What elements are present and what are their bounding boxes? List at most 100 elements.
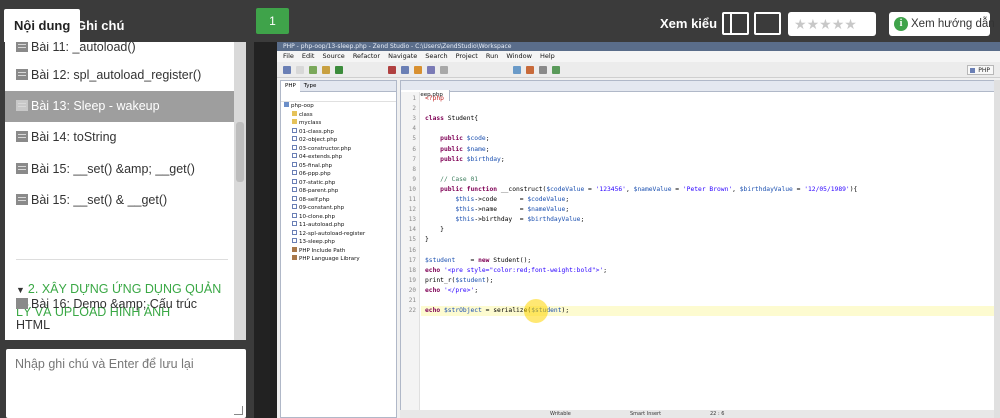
line-number: 3 [412, 115, 416, 123]
lesson-item[interactable]: Bài 15: __set() &amp; __get() [5, 154, 234, 185]
tree-item-label: 06-ppp.php [299, 171, 331, 177]
tree-item-label: 05-final.php [299, 162, 333, 169]
code-token: __construct( [497, 185, 547, 193]
code-token: ); [485, 276, 494, 284]
star-icon[interactable]: ★ [844, 16, 857, 32]
tree-item: php-oop [281, 102, 396, 111]
tree-item-label: 07-static.php [299, 179, 336, 186]
toolbar-icon [427, 66, 435, 74]
code-line: public $code; [425, 134, 489, 144]
tree-item-label: class [299, 111, 313, 118]
ide-menu-item: Search [425, 52, 448, 60]
star-icon[interactable]: ★ [807, 16, 820, 32]
code-line: print_r($student); [425, 276, 493, 286]
toolbar-icon [296, 66, 304, 74]
lesson-item[interactable]: Bài 14: toString [5, 122, 234, 153]
line-number: 14 [408, 226, 416, 234]
code-token: ; [603, 266, 607, 274]
code-editor: 13-sleep.php 1 2 3 4 5 6 7 8 9 10 11 12 13 14 15 16 17 18… [400, 80, 1000, 418]
line-number: 19 [408, 276, 416, 284]
php-icon [292, 212, 297, 218]
lesson-item-active[interactable]: Bài 13: Sleep - wakeup [5, 91, 234, 122]
code-token: ; [474, 286, 479, 294]
code-token: = [671, 185, 683, 193]
toolbar-icon [513, 66, 521, 74]
project-icon [284, 102, 289, 107]
star-icon[interactable]: ★ [794, 16, 807, 32]
scrollbar-thumb[interactable] [236, 122, 244, 182]
tree-item-label: 01-class.php [299, 128, 334, 135]
code-token: public function [440, 185, 498, 193]
explorer-toolbar [281, 92, 396, 102]
php-icon [292, 153, 297, 158]
tree-item-label: 02-object.php [299, 137, 338, 143]
php-icon [292, 221, 297, 226]
left-panel: Nội dung Ghi chú Bài 11: _autoload() Bài… [0, 0, 246, 418]
line-number: 7 [412, 155, 416, 163]
line-number: 17 [408, 256, 416, 264]
code-token: $codeValue [546, 185, 585, 193]
toolbar-icon [401, 66, 409, 74]
rating-stars[interactable]: ★★★★★ [788, 12, 876, 36]
lesson-list-scrollbar[interactable] [234, 42, 246, 340]
lesson-title: Bài 15: __set() & __get() [31, 193, 168, 207]
toolbar-icon [335, 66, 343, 74]
lesson-item[interactable]: Bài 16: Demo &amp; Cấu trúc HTML [16, 294, 231, 336]
status-insert: Smart Insert [630, 411, 662, 417]
code-token: echo [425, 266, 441, 274]
tree-item: 05-final.php [281, 161, 396, 171]
video-edge-scrollbar [994, 80, 1000, 418]
line-number: 2 [412, 105, 416, 113]
code-token: ->birthday = [474, 216, 528, 224]
view-full-button[interactable] [754, 12, 781, 35]
php-icon [292, 187, 297, 192]
note-input[interactable] [6, 349, 246, 418]
resize-grip-icon[interactable] [234, 406, 243, 415]
info-icon: i [894, 17, 908, 31]
tree-item: 13-sleep.php [281, 238, 396, 247]
tree-item: 11-autoload.php [281, 221, 396, 230]
code-token: ); [561, 307, 570, 315]
php-icon [292, 229, 297, 235]
lesson-item[interactable]: Bài 12: spl_autoload_register() [5, 60, 234, 91]
code-token: $codeValue [527, 196, 566, 203]
editor-tab-bar: 13-sleep.php [401, 81, 999, 101]
lesson-item[interactable]: Bài 15: __set() & __get() [5, 185, 234, 216]
tree-item-label: PHP Include Path [299, 247, 346, 254]
tab-notes[interactable]: Ghi chú [66, 9, 134, 42]
code-line: public $name; [425, 145, 489, 155]
code-line: $this->name = $nameValue; [425, 205, 569, 215]
star-icon[interactable]: ★ [832, 16, 845, 32]
folder-icon [292, 119, 297, 124]
ide-menu-item: Project [455, 52, 478, 60]
toolbar-icon [309, 66, 317, 74]
code-token: $name [466, 145, 486, 153]
video-player[interactable]: PHP - php-oop/13-sleep.php - Zend Studio… [254, 42, 1000, 418]
code-token: // Case 01 [425, 175, 479, 183]
toolbar-icon [440, 66, 448, 74]
ide-menu-item: Navigate [388, 52, 418, 60]
lib-icon [292, 246, 297, 252]
tree-item-label: 03-constructor.php [299, 145, 352, 152]
status-position: 22 : 6 [710, 411, 725, 417]
part-number-button[interactable]: 1 [256, 8, 289, 34]
view-split-button[interactable] [722, 12, 749, 35]
lesson-title: Bài 11: _autoload() [31, 42, 136, 54]
tree-item-label: 08-parent.php [299, 188, 339, 194]
code-line: // Case 01 [425, 175, 478, 185]
star-icon[interactable]: ★ [819, 16, 832, 32]
document-icon [16, 194, 28, 205]
line-number: 8 [412, 165, 416, 173]
tree-item: 10-clone.php [281, 212, 396, 222]
code-token: print_r( [425, 276, 456, 284]
guide-button[interactable]: i Xem hướng dẫn [889, 12, 995, 36]
code-token: '123456' [595, 185, 626, 193]
code-token: ; [485, 145, 490, 153]
tree-item: 07-static.php [281, 178, 396, 188]
php-perspective-button: PHP [967, 65, 994, 75]
code-token: $this [455, 196, 475, 203]
